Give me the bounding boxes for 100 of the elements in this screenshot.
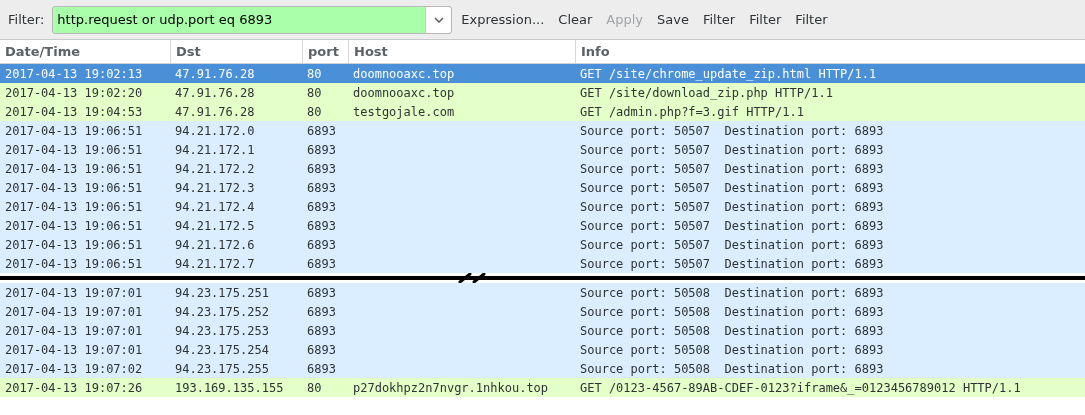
toolbar-button[interactable]: Filter (790, 5, 833, 34)
table-cell: Source port: 50507 Destination port: 6893 (580, 237, 884, 252)
packet-row[interactable]: 2017-04-13 19:07:01 94.23.175.251 6893 Source port: 50508 Destination port: 6893 (0, 283, 1085, 302)
column-header[interactable]: Info (575, 40, 1085, 63)
toolbar-button[interactable]: Expression... (456, 5, 550, 34)
table-cell: p27dokhpz2n7nvgr.1nhkou.top (353, 380, 549, 395)
table-cell: 6893 (307, 304, 336, 319)
table-cell: 80 (307, 104, 322, 119)
table-cell: 6893 (307, 180, 336, 195)
table-cell: Source port: 50508 Destination port: 6893 (580, 361, 884, 376)
table-cell: 2017-04-13 19:06:51 (5, 256, 143, 271)
table-cell: 80 (307, 85, 322, 100)
table-cell: 6893 (307, 142, 336, 157)
table-cell: 80 (307, 66, 322, 81)
packet-row[interactable]: 2017-04-13 19:06:51 94.21.172.4 6893 Source port: 50507 Destination port: 6893 (0, 197, 1085, 216)
packet-row[interactable]: 2017-04-13 19:06:51 94.21.172.1 6893 Source port: 50507 Destination port: 6893 (0, 140, 1085, 159)
packet-row[interactable]: 2017-04-13 19:06:51 94.21.172.5 6893 Source port: 50507 Destination port: 6893 (0, 216, 1085, 235)
table-cell: doomnooaxc.top (353, 66, 455, 81)
table-cell: 94.21.172.0 (175, 123, 255, 138)
column-header[interactable]: port (302, 40, 348, 63)
table-cell: 6893 (307, 161, 336, 176)
packet-row[interactable]: 2017-04-13 19:06:51 94.21.172.6 6893 Source port: 50507 Destination port: 6893 (0, 235, 1085, 254)
table-cell: 2017-04-13 19:06:51 (5, 180, 143, 195)
packet-row[interactable]: 2017-04-13 19:07:02 94.23.175.255 6893 Source port: 50508 Destination port: 6893 (0, 359, 1085, 378)
table-cell: 94.21.172.5 (175, 218, 255, 233)
packet-row[interactable]: 2017-04-13 19:07:01 94.23.175.254 6893 Source port: 50508 Destination port: 6893 (0, 340, 1085, 359)
table-cell: 2017-04-13 19:07:01 (5, 342, 143, 357)
table-cell: 2017-04-13 19:06:51 (5, 142, 143, 157)
packet-row[interactable]: 2017-04-13 19:06:51 94.21.172.2 6893 Source port: 50507 Destination port: 6893 (0, 159, 1085, 178)
packet-row[interactable]: 2017-04-13 19:07:26 193.169.135.155 80 p27dokhpz2n7nvgr.1nhkou.top GET /0123-4567-89AB-CDEF-0123?iframe&_=0123456789012 HTTP/1.1 (0, 378, 1085, 397)
table-cell: 94.23.175.255 (175, 361, 269, 376)
table-cell: 2017-04-13 19:07:02 (5, 361, 143, 376)
packet-row[interactable]: 2017-04-13 19:06:51 94.21.172.0 6893 Source port: 50507 Destination port: 6893 (0, 121, 1085, 140)
table-cell: 2017-04-13 19:06:51 (5, 199, 143, 214)
table-cell: 47.91.76.28 (175, 66, 255, 81)
table-cell: 94.21.172.4 (175, 199, 255, 214)
table-cell: Source port: 50507 Destination port: 6893 (580, 256, 884, 271)
filter-field[interactable]: http.request or udp.port eq 6893 (52, 5, 453, 34)
table-cell: 6893 (307, 237, 336, 252)
table-cell: 6893 (307, 256, 336, 271)
table-cell: 2017-04-13 19:02:13 (5, 66, 143, 81)
table-cell: testgojale.com (353, 104, 455, 119)
table-cell: 80 (307, 380, 322, 395)
table-cell: 2017-04-13 19:06:51 (5, 161, 143, 176)
column-header[interactable]: Date/Time (0, 40, 170, 63)
table-cell: doomnooaxc.top (353, 85, 455, 100)
table-cell: 2017-04-13 19:07:01 (5, 285, 143, 300)
dropdown-button[interactable] (425, 6, 452, 33)
table-cell: 6893 (307, 285, 336, 300)
table-cell: 6893 (307, 323, 336, 338)
table-cell: 6893 (307, 123, 336, 138)
table-cell: 94.23.175.253 (175, 323, 269, 338)
table-cell: GET /admin.php?f=3.gif HTTP/1.1 (580, 104, 804, 119)
table-cell: 94.21.172.6 (175, 237, 255, 252)
table-cell: 2017-04-13 19:07:26 (5, 380, 143, 395)
table-cell: Source port: 50507 Destination port: 6893 (580, 180, 884, 195)
table-cell: 2017-04-13 19:07:01 (5, 323, 143, 338)
table-cell: 193.169.135.155 (175, 380, 284, 395)
table-cell: 2017-04-13 19:06:51 (5, 123, 143, 138)
table-cell: 94.23.175.252 (175, 304, 269, 319)
table-cell: 6893 (307, 199, 336, 214)
table-cell: Source port: 50508 Destination port: 6893 (580, 285, 884, 300)
table-cell: 94.21.172.3 (175, 180, 255, 195)
table-cell: 6893 (307, 342, 336, 357)
column-header[interactable]: Host (348, 40, 575, 63)
table-cell: 94.23.175.251 (175, 285, 269, 300)
packet-row[interactable]: 2017-04-13 19:06:51 94.21.172.7 6893 Source port: 50507 Destination port: 6893 (0, 254, 1085, 273)
packet-row[interactable]: 2017-04-13 19:07:01 94.23.175.253 6893 Source port: 50508 Destination port: 6893 (0, 321, 1085, 340)
table-cell: Source port: 50507 Destination port: 6893 (580, 218, 884, 233)
table-cell: 94.23.175.254 (175, 342, 269, 357)
table-cell: Source port: 50508 Destination port: 6893 (580, 323, 884, 338)
toolbar-button[interactable]: Filter (697, 5, 741, 34)
packet-row[interactable]: 2017-04-13 19:04:53 47.91.76.28 80 testgojale.com GET /admin.php?f=3.gif HTTP/1.1 (0, 102, 1085, 121)
column-header[interactable]: Dst (170, 40, 302, 63)
table-cell: 6893 (307, 361, 336, 376)
table-cell: Source port: 50507 Destination port: 6893 (580, 142, 884, 157)
table-cell: Source port: 50507 Destination port: 6893 (580, 161, 884, 176)
table-cell: Source port: 50508 Destination port: 6893 (580, 304, 884, 319)
filter-label: Filter: (8, 10, 45, 29)
table-cell: GET /0123-4567-89AB-CDEF-0123?iframe&_=0123456789012 HTTP/1.1 (580, 380, 1021, 395)
toolbar-button[interactable]: Clear (553, 5, 598, 34)
chevron-down-icon (433, 16, 444, 23)
table-cell: 2017-04-13 19:06:51 (5, 237, 143, 252)
table-cell: 2017-04-13 19:07:01 (5, 304, 143, 319)
packet-row[interactable]: 2017-04-13 19:02:20 47.91.76.28 80 doomnooaxc.top GET /site/download_zip.php HTTP/1.1 (0, 83, 1085, 102)
table-cell: 6893 (307, 218, 336, 233)
packet-row[interactable]: 2017-04-13 19:07:01 94.23.175.252 6893 Source port: 50508 Destination port: 6893 (0, 302, 1085, 321)
table-cell: 2017-04-13 19:04:53 (5, 104, 143, 119)
table-cell: GET /site/download_zip.php HTTP/1.1 (580, 85, 833, 100)
table-cell: GET /site/chrome_update_zip.html HTTP/1.1 (580, 66, 877, 81)
table-cell: 47.91.76.28 (175, 104, 255, 119)
filter-input[interactable]: http.request or udp.port eq 6893 (53, 9, 426, 30)
table-cell: 94.21.172.1 (175, 142, 255, 157)
table-cell: Source port: 50507 Destination port: 6893 (580, 123, 884, 138)
toolbar-button[interactable]: Save (652, 5, 694, 34)
table-cell: 2017-04-13 19:02:20 (5, 85, 143, 100)
toolbar-button[interactable]: Filter (744, 5, 787, 34)
table-cell: 2017-04-13 19:06:51 (5, 218, 143, 233)
table-cell: Source port: 50507 Destination port: 6893 (580, 199, 884, 214)
packet-row[interactable]: 2017-04-13 19:06:51 94.21.172.3 6893 Source port: 50507 Destination port: 6893 (0, 178, 1085, 197)
